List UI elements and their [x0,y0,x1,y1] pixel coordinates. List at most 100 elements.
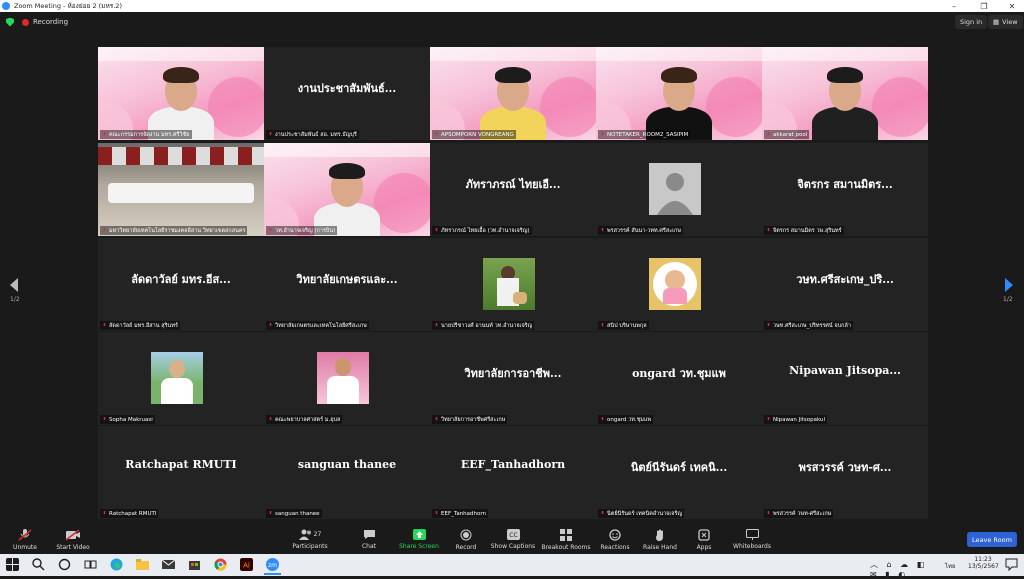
page-indicator-right: 1/2 [1003,296,1013,303]
active-app-indicator [264,573,281,575]
start-video-label: Start Video [56,544,90,551]
person-hair [661,67,697,83]
participant-tile[interactable]: งานประชาสัมพันธ์... งานประชาสัมพันธ์ สอ. … [264,47,430,140]
participant-display-name: ภัทราภรณ์ ไทยเอื... [465,178,561,191]
sign-in-button[interactable]: Sign in [955,15,988,29]
record-button[interactable]: Record [441,529,491,551]
participant-name-text: akkarat pool [773,131,808,138]
participant-name-label: วษท.ศรีสะเกษ_ปริทรรศน์ จบกล้า [764,321,853,330]
input-language[interactable]: ไทย [945,561,956,571]
participant-display-name: ongard วท.ชุมแพ [632,367,726,380]
participant-tile[interactable]: มหาวิทยาลัยเทคโนโลยีราชมงคลอีสาน วิทยาเข… [98,143,264,236]
participant-tile[interactable]: akkarat pool [762,47,928,140]
reactions-label: Reactions [600,544,630,551]
participant-tile[interactable]: จิตรกร สมานมิตร... จิตรกร สมานมิตร วษ.สุร… [762,143,928,236]
view-button[interactable]: ▦ View [988,15,1023,29]
muted-mic-icon [103,510,106,515]
start-video-button[interactable]: Start Video [48,529,98,551]
file-explorer-icon[interactable] [136,558,149,571]
muted-mic-icon [269,416,272,421]
participant-tile[interactable]: ลัดดาวัลย์ มทร.อีส... ลัดดาวัลย์ มทร.อีสา… [98,238,264,331]
participant-name-text: NOTETAKER_ROOM2_SASIPIM [607,131,689,138]
participant-tile[interactable]: Ratchapat RMUTI Ratchapat RMUTI [98,426,264,519]
raise-hand-button[interactable]: Raise Hand [635,529,685,551]
participant-tile[interactable]: ภัทราภรณ์ ไทยเอื... ภัทราภรณ์ ไทยเอื้อ (ว… [430,143,596,236]
show-captions-label: Show Captions [490,543,536,550]
participant-tile[interactable]: Sopha Makruasi [98,332,264,425]
participant-tile[interactable]: วษท.ศรีสะเกษ_ปริ... วษท.ศรีสะเกษ_ปริทรรศน… [762,238,928,331]
muted-mic-icon [601,131,604,136]
page-indicator-left: 1/2 [10,296,20,303]
participant-tile[interactable]: คณะพยาบาลศาสตร์ ม.อุบล [264,332,430,425]
whiteboards-button[interactable]: Whiteboards [727,529,777,550]
share-screen-button[interactable]: Share Screen [394,529,444,550]
minimize-icon[interactable]: – [940,0,968,12]
participant-tile[interactable]: วิทยาลัยเกษตรและ... วิทยาลัยเกษตรและเทคโน… [264,238,430,331]
chrome-icon[interactable] [214,558,227,571]
breakout-rooms-label: Breakout Rooms [541,544,591,551]
participant-tile[interactable]: นิตย์นีรันดร์ เทคนิ... นิตย์นีรันดร์ เทคน… [596,426,762,519]
notifications-icon[interactable] [1005,558,1018,571]
task-view-icon[interactable] [84,558,97,571]
participant-display-name: ลัดดาวัลย์ มทร.อีส... [131,273,231,286]
windows-start-icon[interactable] [6,558,19,571]
illustrator-icon[interactable]: Ai [240,558,253,571]
maximize-icon[interactable]: ❐ [970,0,998,12]
participant-tile[interactable]: NOTETAKER_ROOM2_SASIPIM [596,47,762,140]
system-tray-icons[interactable]: ︿ ⌂ ☁ ◧ ✉ ▮ ◐ [870,559,940,579]
breakout-rooms-button[interactable]: Breakout Rooms [541,529,591,551]
chat-button[interactable]: Chat [344,529,394,550]
apps-icon [698,529,710,541]
recording-label[interactable]: Recording [33,18,68,26]
next-page-icon[interactable] [1004,278,1014,292]
edge-browser-icon[interactable] [110,558,123,571]
close-icon[interactable]: ✕ [998,0,1024,12]
encryption-shield-icon[interactable] [6,17,14,27]
participant-name-label: คณะพยาบาลศาสตร์ ม.อุบล [266,415,343,424]
participant-tile[interactable]: sanguan thanee sanguan thanee [264,426,430,519]
participant-tile[interactable]: Nipawan Jitsopa... Nipawan Jitsopakul [762,332,928,425]
whiteboards-label: Whiteboards [733,543,771,550]
participant-tile[interactable]: ongard วท.ชุมแพ ongard วท.ชุมแพ [596,332,762,425]
participant-tile[interactable]: นายปรีชาวงศ์ อานนท์ วท.อำนาจเจริญ [430,238,596,331]
taskbar-clock[interactable]: 11:23 13/5/2567 [968,556,999,570]
participant-name-label: Nipawan Jitsopakul [764,415,828,424]
participant-tile[interactable]: วท.อำนาจเจริญ (การบิน) [264,143,430,236]
show-captions-button[interactable]: CC Show Captions [488,529,538,550]
participant-name-label: ongard วท.ชุมแพ [598,415,654,424]
person-hair [495,67,531,83]
muted-mic-icon [435,416,438,421]
participant-tile[interactable]: พรสวรรค์ วษท-ศ... พรสวรรค์ วษท-ศรีสะเกษ [762,426,928,519]
participant-name-label: APSOMPORN VONGREANG [432,130,516,139]
participants-count: 27 [313,531,322,538]
participant-tile[interactable]: พรสวรรค์ สันนา-วทท.ศรีสะเกษ [596,143,762,236]
cortana-icon[interactable] [58,558,71,571]
zoom-taskbar-icon[interactable]: zm [266,558,279,571]
store-icon[interactable] [188,558,201,571]
mail-icon[interactable] [162,558,175,571]
participants-button[interactable]: 27 Participants [285,529,335,550]
participant-tile[interactable]: APSOMPORN VONGREANG [430,47,596,140]
recording-dot-icon [22,18,29,26]
apps-button[interactable]: Apps [679,529,729,551]
previous-page-icon[interactable] [9,278,19,292]
leave-room-button[interactable]: Leave Room [967,532,1017,547]
participant-tile[interactable]: คณะกรรมการจัดงาน มทร.ศรีวิชัย [98,47,264,140]
muted-mic-icon [767,416,770,421]
search-icon[interactable] [32,558,45,571]
participant-tile[interactable]: วิทยาลัยการอาชีพ... วิทยาลัยการอาชีพศรีสะ… [430,332,596,425]
participant-name-label: ภัทราภรณ์ ไทยเอื้อ (วท.อำนาจเจริญ) [432,226,532,235]
participant-tile[interactable]: สนิป บริษานพกุล [596,238,762,331]
muted-mic-icon [103,416,106,421]
participant-tile[interactable]: EEF_Tanhadhorn EEF_Tanhadhorn [430,426,596,519]
svg-text:zm: zm [268,562,277,569]
participant-name-text: ลัดดาวัลย์ มทร.อีสาน สุรินทร์ [109,322,178,329]
muted-mic-icon [18,529,32,541]
participant-display-name: จิตรกร สมานมิตร... [797,178,893,191]
participant-name-label: ลัดดาวัลย์ มทร.อีสาน สุรินทร์ [100,321,180,330]
participant-name-text: วิทยาลัยการอาชีพศรีสะเกษ [441,416,506,423]
unmute-button[interactable]: Unmute [0,529,50,551]
participant-name-label: นายปรีชาวงศ์ อานนท์ วท.อำนาจเจริญ [432,321,535,330]
reactions-button[interactable]: Reactions [590,529,640,551]
whiteboard-icon [745,529,759,540]
